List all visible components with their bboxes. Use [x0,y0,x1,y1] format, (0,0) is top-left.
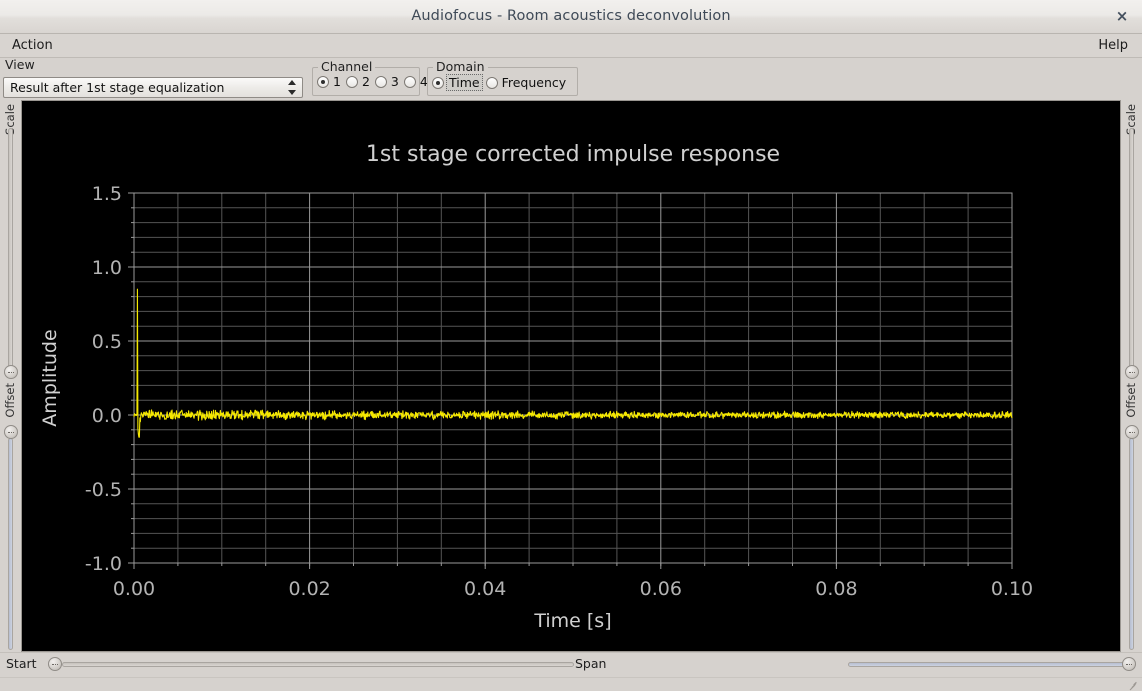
channel-radio-1-label: 1 [333,74,341,89]
left-scale-slider-handle[interactable] [4,365,18,379]
chart-title: 1st stage corrected impulse response [366,142,780,167]
channel-radio-3[interactable]: 3 [374,74,400,89]
y-tick-label: 0.0 [92,405,122,427]
span-slider-handle[interactable] [1122,657,1136,671]
x-tick-label: 0.02 [288,578,330,600]
domain-radio-time[interactable]: Time [432,74,483,91]
grid-minor [134,193,1012,563]
span-slider-track[interactable] [848,662,1128,667]
x-axis-label: Time [s] [533,610,611,632]
axis-ticks [128,192,1013,569]
right-scale-slider-track[interactable] [1129,128,1134,378]
radio-dot-icon [403,75,416,88]
resize-grip-icon[interactable] [1127,678,1139,691]
status-line [0,677,1142,691]
view-select-value: Result after 1st stage equalization [10,80,225,95]
channel-radio-4[interactable]: 4 [403,74,429,89]
x-tick-label: 0.04 [464,578,506,600]
view-select[interactable]: Result after 1st stage equalization [3,77,303,98]
right-offset-slider-track[interactable] [1129,438,1134,650]
channel-radio-2-label: 2 [361,74,370,89]
title-bar: Audiofocus - Room acoustics deconvolutio… [0,0,1142,34]
y-tick-label: 1.0 [92,257,122,279]
x-tick-label: 0.00 [113,578,155,600]
spinner-up-icon[interactable] [288,80,296,85]
y-axis-label: Amplitude [39,329,61,426]
left-offset-slider-handle[interactable] [4,425,18,439]
channel-radio-2[interactable]: 2 [345,74,371,89]
view-select-spinner[interactable] [285,79,299,96]
y-tick-label: -0.5 [85,479,122,501]
start-slider-track[interactable] [62,662,574,667]
view-group-legend: View [5,57,35,72]
application-window: Audiofocus - Room acoustics deconvolutio… [0,0,1142,691]
menu-item-action[interactable]: Action [6,37,59,54]
impulse-response-chart: 1.5 1.0 0.5 0.0 -0.5 -1.0 0.00 0.02 0.04 0.06 0.08… [39,142,1033,632]
left-offset-slider-track[interactable] [8,438,13,650]
channel-group: Channel 1 2 3 4 [312,59,428,96]
radio-dot-icon [374,75,387,88]
domain-radio-time-label: Time [446,74,483,91]
radio-dot-icon [317,75,329,88]
menu-bar: Action Help [0,34,1142,58]
radio-dot-icon [345,75,358,88]
left-scale-slider-track[interactable] [8,128,13,378]
control-strip: View Result after 1st stage equalization… [0,57,1142,100]
span-label: Span [575,656,607,671]
left-offset-label: Offset [3,383,17,418]
domain-radio-row: Time Frequency [432,74,571,91]
radio-dot-icon [432,76,444,89]
channel-radio-row: 1 2 3 4 [317,74,433,89]
right-offset-slider-handle[interactable] [1125,425,1139,439]
channel-radio-3-label: 3 [390,74,399,89]
plot-canvas[interactable]: 1.5 1.0 0.5 0.0 -0.5 -1.0 0.00 0.02 0.04 0.06 0.08… [21,100,1121,652]
domain-radio-frequency-label: Frequency [501,75,567,90]
close-icon[interactable]: × [1113,8,1131,26]
domain-group: Domain Time Frequency [427,59,578,96]
right-scale-slider-handle[interactable] [1125,365,1139,379]
y-tick-label: 1.5 [92,183,122,205]
spinner-down-icon[interactable] [288,90,296,95]
y-tick-label: 0.5 [92,331,122,353]
y-tick-label: -1.0 [85,553,122,575]
domain-radio-frequency[interactable]: Frequency [485,75,568,90]
x-tick-label: 0.06 [640,578,682,600]
channel-group-legend: Channel [318,59,376,74]
right-offset-label: Offset [1124,383,1138,418]
start-label: Start [6,656,37,671]
right-slider-panel: Scale Offset [1121,100,1142,652]
x-tick-label: 0.10 [991,578,1033,600]
menu-item-help[interactable]: Help [1092,37,1134,54]
bottom-slider-bar: Start Span [0,652,1142,691]
radio-dot-icon [485,76,498,89]
x-tick-label: 0.08 [815,578,857,600]
channel-radio-1[interactable]: 1 [317,74,342,89]
domain-group-legend: Domain [433,59,488,74]
left-slider-panel: Scale Offset [0,100,21,652]
start-slider-handle[interactable] [48,657,62,671]
window-title: Audiofocus - Room acoustics deconvolutio… [411,8,731,24]
